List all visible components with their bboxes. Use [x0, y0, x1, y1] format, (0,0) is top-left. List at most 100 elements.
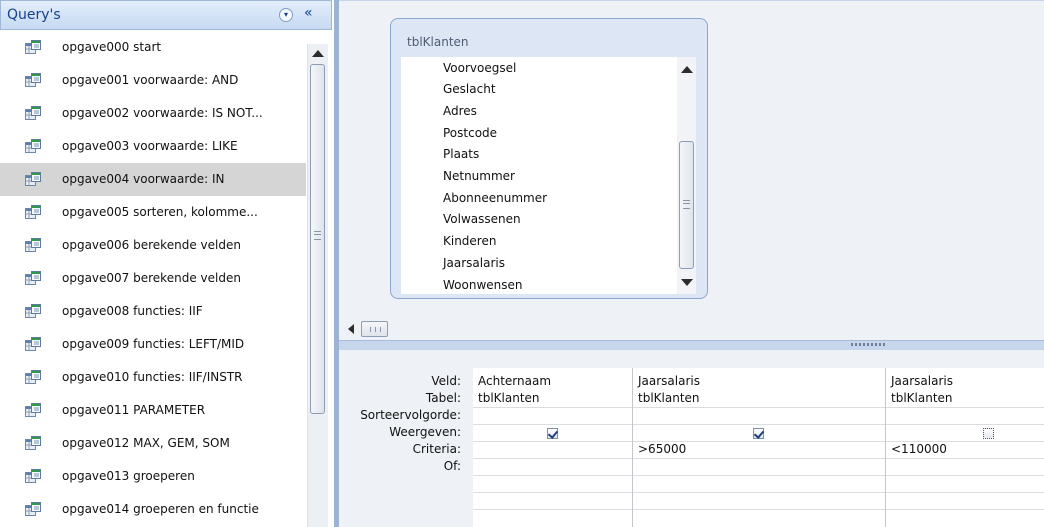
grip-icon [314, 231, 321, 240]
nav-scrollbar[interactable] [307, 44, 328, 527]
grid-column[interactable]: Achternaam tblKlanten [473, 368, 633, 527]
row-label-weergeven: Weergeven: [389, 425, 461, 439]
grid-column[interactable]: Jaarsalaris tblKlanten >65000 [633, 368, 886, 527]
scrollbar-thumb[interactable] [361, 321, 388, 337]
scroll-up-arrow-icon[interactable] [312, 50, 324, 57]
scrollbar-thumb[interactable] [679, 141, 694, 269]
field-list-window[interactable]: tblKlanten Voorvoegsel Geslacht Adres Po… [390, 18, 708, 299]
grid-table: Achternaam tblKlanten Jaarsalaris tblKla… [473, 368, 1044, 527]
list-item-label: opgave008 functies: IIF [62, 304, 203, 318]
list-item[interactable]: opgave012 MAX, GEM, SOM [0, 427, 306, 460]
list-item[interactable]: opgave013 groeperen [0, 460, 306, 493]
query-design-grid: Veld: Tabel: Sorteervolgorde: Weergeven:… [339, 350, 1044, 527]
cell-criteria[interactable]: >65000 [638, 442, 686, 456]
list-item-label: opgave007 berekende velden [62, 271, 241, 285]
nav-pane-title: Query's [7, 7, 61, 23]
list-item-label: opgave001 voorwaarde: AND [62, 73, 239, 87]
cell-tabel[interactable]: tblKlanten [891, 391, 953, 405]
design-hscrollbar[interactable] [339, 319, 1044, 340]
list-item[interactable]: opgave010 functies: IIF/INSTR [0, 361, 306, 394]
query-icon [25, 106, 41, 120]
list-item[interactable]: opgave011 PARAMETER [0, 394, 306, 427]
cell-veld[interactable]: Jaarsalaris [891, 374, 953, 388]
row-label-veld: Veld: [431, 374, 461, 388]
field-item[interactable]: Volwassenen [443, 212, 521, 226]
field-item[interactable]: Jaarsalaris [443, 256, 505, 270]
query-list: opgave000 start opgave001 voorwaarde: AN… [0, 31, 306, 527]
list-item-label: opgave002 voorwaarde: IS NOT... [62, 106, 263, 120]
field-item[interactable]: Plaats [443, 147, 479, 161]
grip-icon [370, 327, 381, 332]
scroll-up-arrow-icon[interactable] [681, 66, 693, 73]
query-icon [25, 40, 41, 54]
grip-icon [683, 200, 690, 209]
cell-tabel[interactable]: tblKlanten [478, 391, 540, 405]
list-item-label: opgave009 functies: LEFT/MID [62, 337, 245, 351]
field-list-scrollbar[interactable] [677, 57, 696, 294]
cell-veld[interactable]: Achternaam [478, 374, 551, 388]
list-item-label: opgave010 functies: IIF/INSTR [62, 370, 243, 384]
list-item[interactable]: opgave006 berekende velden [0, 229, 306, 262]
weergeven-checkbox[interactable] [983, 428, 994, 439]
field-item[interactable]: Woonwensen [443, 278, 523, 292]
collapse-pane-icon[interactable]: « [304, 5, 313, 21]
field-item[interactable]: Abonneenummer [443, 191, 547, 205]
list-item-label: opgave005 sorteren, kolomme... [62, 205, 258, 219]
list-item[interactable]: opgave007 berekende velden [0, 262, 306, 295]
row-label-sorteervolgorde: Sorteervolgorde: [360, 408, 461, 422]
list-item-label: opgave004 voorwaarde: IN [62, 172, 225, 186]
scroll-left-arrow-icon[interactable] [348, 324, 354, 334]
query-icon [25, 271, 41, 285]
row-label-criteria: Criteria: [412, 442, 461, 456]
scrollbar-thumb[interactable] [310, 64, 325, 414]
field-item[interactable]: Postcode [443, 126, 497, 140]
list-item[interactable]: opgave008 functies: IIF [0, 295, 306, 328]
query-icon [25, 337, 41, 351]
query-icon [25, 139, 41, 153]
list-item[interactable]: opgave002 voorwaarde: IS NOT... [0, 97, 306, 130]
query-icon [25, 172, 41, 186]
list-item-label: opgave006 berekende velden [62, 238, 241, 252]
list-item-label: opgave000 start [62, 40, 162, 54]
list-item[interactable]: opgave000 start [0, 31, 306, 64]
list-item-selected[interactable]: opgave004 voorwaarde: IN [0, 163, 306, 196]
chevron-down-icon[interactable]: ▾ [279, 8, 293, 22]
query-icon [25, 370, 41, 384]
list-item-label: opgave013 groeperen [62, 469, 195, 483]
query-icon [25, 502, 41, 516]
navigation-pane: Query's ▾ « opgave000 start opgave001 vo… [0, 0, 334, 527]
cell-tabel[interactable]: tblKlanten [638, 391, 700, 405]
field-item[interactable]: Geslacht [443, 82, 496, 96]
list-item[interactable]: opgave009 functies: LEFT/MID [0, 328, 306, 361]
query-icon [25, 73, 41, 87]
weergeven-checkbox[interactable] [753, 428, 764, 439]
horizontal-splitter[interactable] [339, 340, 1044, 350]
list-item-label: opgave014 groeperen en functie [62, 502, 259, 516]
splitter-grip-icon [851, 343, 887, 346]
query-icon [25, 436, 41, 450]
query-icon [25, 304, 41, 318]
list-item[interactable]: opgave001 voorwaarde: AND [0, 64, 306, 97]
field-item[interactable]: Adres [443, 104, 477, 118]
list-item[interactable]: opgave003 voorwaarde: LIKE [0, 130, 306, 163]
list-item[interactable]: opgave005 sorteren, kolomme... [0, 196, 306, 229]
field-item[interactable]: Netnummer [443, 169, 515, 183]
field-item[interactable]: Kinderen [443, 234, 496, 248]
grid-column[interactable]: Jaarsalaris tblKlanten <110000 [886, 368, 1044, 527]
cell-veld[interactable]: Jaarsalaris [638, 374, 700, 388]
field-list: Voorvoegsel Geslacht Adres Postcode Plaa… [401, 57, 678, 294]
query-icon [25, 205, 41, 219]
field-item[interactable]: Voorvoegsel [443, 61, 516, 75]
list-item[interactable]: opgave014 groeperen en functie [0, 493, 306, 526]
list-item-label: opgave003 voorwaarde: LIKE [62, 139, 238, 153]
weergeven-checkbox[interactable] [547, 428, 558, 439]
scroll-down-arrow-icon[interactable] [681, 279, 693, 286]
field-list-title: tblKlanten [407, 35, 469, 49]
query-icon [25, 469, 41, 483]
list-item-label: opgave012 MAX, GEM, SOM [62, 436, 230, 450]
cell-criteria[interactable]: <110000 [891, 442, 947, 456]
query-icon [25, 403, 41, 417]
row-label-tabel: Tabel: [425, 391, 461, 405]
nav-pane-header[interactable]: Query's ▾ « [0, 0, 332, 30]
list-item-label: opgave011 PARAMETER [62, 403, 206, 417]
